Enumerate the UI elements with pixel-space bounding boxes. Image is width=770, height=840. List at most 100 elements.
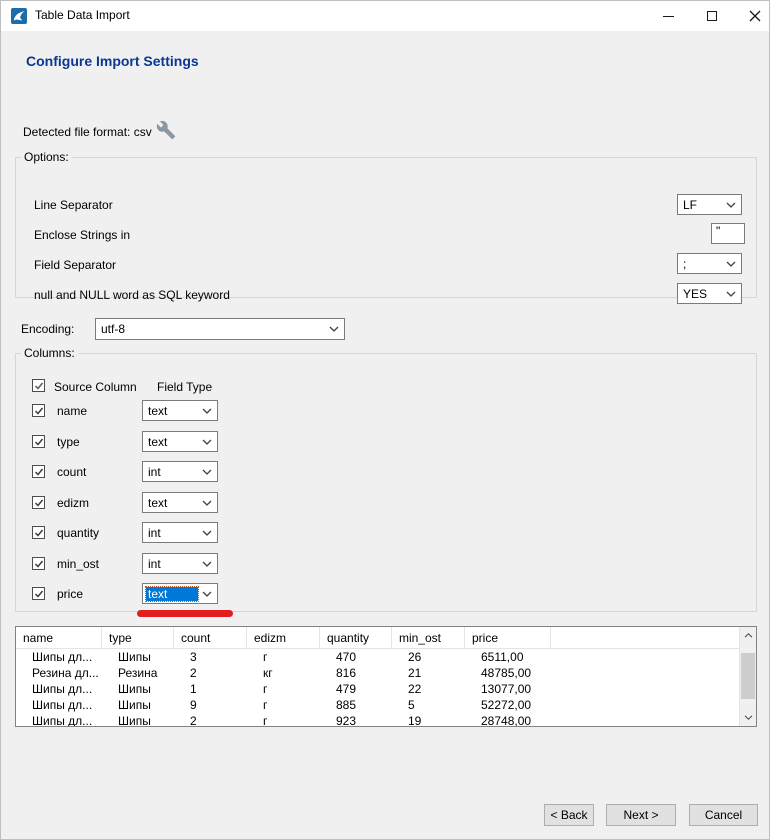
field-type-select-quantity[interactable]: int — [142, 522, 218, 543]
cell-min-ost: 21 — [392, 666, 465, 680]
chevron-down-icon — [202, 590, 212, 598]
table-row: Шипы дл... Шипы 3 г 470 26 6511,00 — [16, 649, 739, 665]
cell-quantity: 479 — [320, 682, 392, 696]
cell-type: Шипы — [102, 682, 174, 696]
cell-name: Шипы дл... — [16, 714, 102, 726]
preview-header-edizm: edizm — [247, 627, 320, 648]
options-group: Options: Line Separator LF Enclose Strin… — [15, 150, 757, 298]
cell-count: 2 — [174, 666, 247, 680]
cell-name: Шипы дл... — [16, 698, 102, 712]
cell-count: 1 — [174, 682, 247, 696]
column-label-type: type — [57, 435, 80, 449]
line-separator-select[interactable]: LF — [677, 194, 742, 215]
column-label-min-ost: min_ost — [57, 557, 99, 571]
column-label-quantity: quantity — [57, 526, 99, 540]
cell-price: 52272,00 — [465, 698, 551, 712]
null-keyword-select[interactable]: YES — [677, 283, 742, 304]
column-label-edizm: edizm — [57, 496, 89, 510]
columns-group: Columns: Source Column Field Type name t… — [15, 346, 757, 612]
check-icon — [34, 406, 44, 416]
cell-type: Шипы — [102, 650, 174, 664]
check-icon — [34, 589, 44, 599]
cell-count: 2 — [174, 714, 247, 726]
cell-count: 3 — [174, 650, 247, 664]
cell-quantity: 470 — [320, 650, 392, 664]
field-type-select-name[interactable]: text — [142, 400, 218, 421]
cell-name: Шипы дл... — [16, 682, 102, 696]
field-type-select-min-ost[interactable]: int — [142, 553, 218, 574]
cell-price: 48785,00 — [465, 666, 551, 680]
chevron-down-icon — [726, 290, 736, 298]
chevron-down-icon — [202, 438, 212, 446]
field-type-select-price[interactable]: text — [142, 583, 218, 604]
chevron-down-icon — [202, 529, 212, 537]
column-checkbox-edizm[interactable] — [32, 496, 45, 509]
enclose-strings-input[interactable] — [711, 223, 745, 244]
enclose-strings-label: Enclose Strings in — [34, 228, 130, 242]
field-type-select-type[interactable]: text — [142, 431, 218, 452]
chevron-down-icon — [202, 468, 212, 476]
red-underline-annotation — [137, 610, 233, 617]
preview-header-price: price — [465, 627, 551, 648]
maximize-button[interactable] — [695, 1, 729, 31]
cell-quantity: 816 — [320, 666, 392, 680]
check-icon — [34, 381, 44, 391]
cell-edizm: г — [247, 682, 320, 696]
cell-type: Шипы — [102, 714, 174, 726]
encoding-label: Encoding: — [21, 322, 74, 336]
column-checkbox-quantity[interactable] — [32, 526, 45, 539]
source-column-header: Source Column — [54, 380, 137, 394]
column-checkbox-name[interactable] — [32, 404, 45, 417]
preview-header-name: name — [16, 627, 102, 648]
column-checkbox-min-ost[interactable] — [32, 557, 45, 570]
cell-price: 28748,00 — [465, 714, 551, 726]
minimize-button[interactable] — [651, 1, 685, 31]
column-label-price: price — [57, 587, 83, 601]
close-icon — [749, 10, 761, 22]
cancel-button[interactable]: Cancel — [689, 804, 758, 826]
null-keyword-label: null and NULL word as SQL keyword — [34, 288, 230, 302]
encoding-select[interactable]: utf-8 — [95, 318, 345, 340]
chevron-down-icon — [726, 201, 736, 209]
cell-min-ost: 19 — [392, 714, 465, 726]
check-icon — [34, 437, 44, 447]
chevron-down-icon — [202, 499, 212, 507]
preview-header-filler — [551, 627, 739, 648]
chevron-up-icon — [744, 632, 753, 639]
check-icon — [34, 467, 44, 477]
table-data-import-dialog: Table Data Import Configure Import Setti… — [0, 0, 770, 840]
field-type-header: Field Type — [157, 380, 212, 394]
vertical-scrollbar[interactable] — [739, 627, 756, 726]
column-label-count: count — [57, 465, 86, 479]
titlebar: Table Data Import — [1, 1, 769, 31]
chevron-down-icon — [744, 714, 753, 721]
field-type-select-count[interactable]: int — [142, 461, 218, 482]
cell-name: Шипы дл... — [16, 650, 102, 664]
field-type-select-edizm[interactable]: text — [142, 492, 218, 513]
back-button[interactable]: < Back — [544, 804, 594, 826]
column-checkbox-price[interactable] — [32, 587, 45, 600]
preview-header-row: name type count edizm quantity min_ost p… — [16, 627, 739, 649]
minimize-icon — [663, 16, 674, 17]
detected-file-format-label: Detected file format: csv — [23, 125, 152, 139]
column-checkbox-type[interactable] — [32, 435, 45, 448]
cell-edizm: г — [247, 650, 320, 664]
column-checkbox-count[interactable] — [32, 465, 45, 478]
check-icon — [34, 528, 44, 538]
close-button[interactable] — [739, 1, 770, 31]
chevron-down-icon — [202, 407, 212, 415]
cell-price: 6511,00 — [465, 650, 551, 664]
scroll-up-button[interactable] — [740, 627, 756, 644]
scroll-down-button[interactable] — [740, 709, 756, 726]
preview-content: name type count edizm quantity min_ost p… — [16, 627, 739, 726]
wrench-icon[interactable] — [156, 120, 176, 140]
cell-min-ost: 22 — [392, 682, 465, 696]
table-row: Шипы дл... Шипы 9 г 885 5 52272,00 — [16, 697, 739, 713]
field-separator-select[interactable]: ; — [677, 253, 742, 274]
page-title: Configure Import Settings — [26, 53, 199, 69]
scrollbar-thumb[interactable] — [741, 653, 755, 699]
preview-header-count: count — [174, 627, 247, 648]
select-all-columns-checkbox[interactable] — [32, 379, 45, 392]
next-button[interactable]: Next > — [606, 804, 676, 826]
cell-name: Резина дл... — [16, 666, 102, 680]
